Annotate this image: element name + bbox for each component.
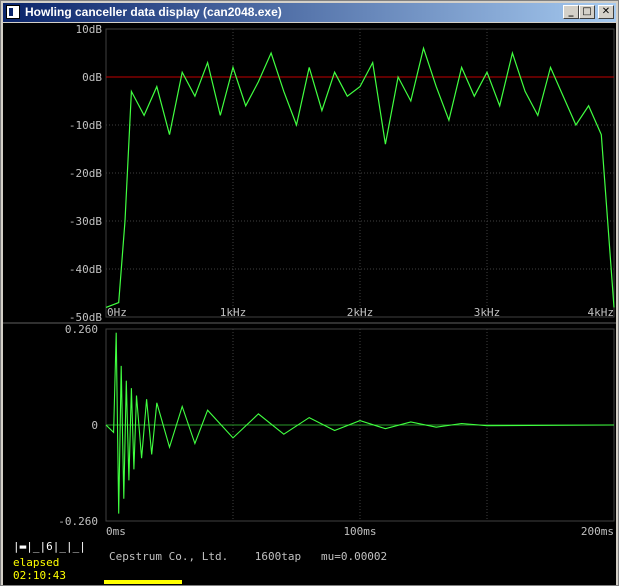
app-icon[interactable] xyxy=(6,5,20,19)
spectrum-y-tick: -20dB xyxy=(69,167,102,180)
minimize-button[interactable]: _ xyxy=(563,5,579,19)
spectrum-trace xyxy=(105,46,615,308)
spectrum-y-tick: 10dB xyxy=(76,23,103,36)
channel-tabs[interactable]: |▬|_|6|_|_| xyxy=(13,540,86,553)
app-window: Howling canceller data display (can2048.… xyxy=(0,0,619,586)
status-panel: |▬|_|6|_|_| Cepstrum Co., Ltd. 1600tap m… xyxy=(3,535,616,585)
spectrum-x-tick: 0Hz xyxy=(107,306,127,319)
window-title: Howling canceller data display (can2048.… xyxy=(25,5,282,19)
title-bar[interactable]: Howling canceller data display (can2048.… xyxy=(3,3,616,22)
info-line: Cepstrum Co., Ltd. 1600tap mu=0.00002 xyxy=(109,550,387,563)
progress-bar xyxy=(104,580,182,584)
impulse-y-tick: 0 xyxy=(91,419,98,432)
impulse-y-tick: -0.260 xyxy=(58,515,98,528)
display-area: 10dB 0dB -10dB -20dB -30dB -40dB -50dB 0Hz 1kHz 2… xyxy=(3,23,616,585)
maximize-button[interactable]: □ xyxy=(579,5,595,19)
elapsed-time: 02:10:43 xyxy=(13,569,66,582)
company-name: Cepstrum Co., Ltd. xyxy=(109,550,229,563)
spectrum-y-tick: -10dB xyxy=(69,119,102,132)
spectrum-x-tick: 4kHz xyxy=(588,306,615,319)
plot-canvas: 10dB0dB-10dB-20dB-30dB-40dB-50dB 0Hz 1kHz 2… xyxy=(3,23,616,535)
impulse-x-tick: 0ms xyxy=(106,525,126,535)
elapsed-label: elapsed xyxy=(13,556,60,569)
spectrum-x-tick: 2kHz xyxy=(347,306,374,319)
spectrum-x-tick: 1kHz xyxy=(220,306,247,319)
impulse-x-tick: 200ms xyxy=(581,525,614,535)
spectrum-x-tick: 3kHz xyxy=(474,306,501,319)
impulse-y-tick: 0.260 xyxy=(65,323,98,336)
spectrum-y-tick: -40dB xyxy=(69,263,102,276)
spectrum-y-tick: 0dB xyxy=(82,71,102,84)
mu-value: mu=0.00002 xyxy=(320,550,388,563)
tap-count: 1600tap xyxy=(254,550,302,563)
close-button[interactable]: ✕ xyxy=(598,5,614,19)
impulse-x-tick: 100ms xyxy=(343,525,376,535)
spectrum-y-tick: -30dB xyxy=(69,215,102,228)
